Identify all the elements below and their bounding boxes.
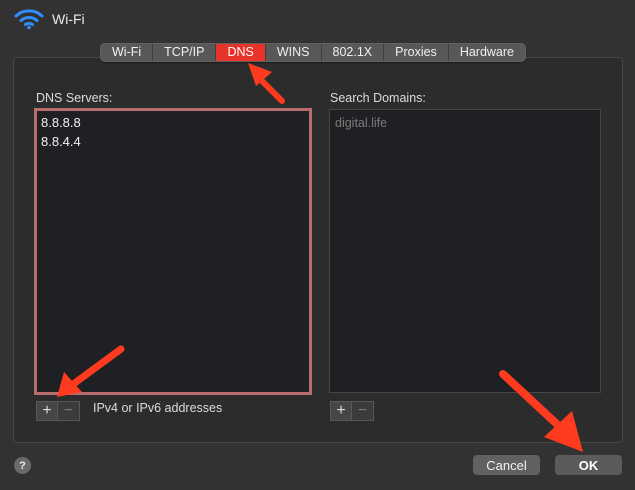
remove-search-domain-button[interactable]: −	[352, 401, 374, 421]
tab-tcpip[interactable]: TCP/IP	[153, 44, 217, 61]
dns-add-remove: + −	[36, 401, 80, 421]
tab-wifi[interactable]: Wi-Fi	[101, 44, 154, 61]
ok-button[interactable]: OK	[555, 455, 622, 475]
cancel-button[interactable]: Cancel	[473, 455, 540, 475]
search-domains-list[interactable]: digital.life	[329, 109, 601, 393]
network-dialog: Wi-Fi Wi-Fi TCP/IP DNS WINS 802.1X Proxi…	[0, 0, 635, 490]
list-item[interactable]: 8.8.4.4	[41, 132, 305, 151]
dns-servers-list[interactable]: 8.8.8.8 8.8.4.4	[34, 108, 312, 395]
tab-bar: Wi-Fi TCP/IP DNS WINS 802.1X Proxies Har…	[100, 43, 526, 62]
wifi-icon	[14, 9, 44, 30]
dns-servers-label: DNS Servers:	[36, 91, 113, 105]
dns-hint: IPv4 or IPv6 addresses	[93, 401, 223, 415]
search-domains-placeholder: digital.life	[335, 116, 388, 130]
help-button[interactable]: ?	[14, 457, 31, 474]
tab-hardware[interactable]: Hardware	[449, 44, 525, 61]
window-title: Wi-Fi	[52, 11, 85, 27]
tab-wins[interactable]: WINS	[266, 44, 322, 61]
add-dns-server-button[interactable]: +	[36, 401, 58, 421]
add-search-domain-button[interactable]: +	[330, 401, 352, 421]
tab-proxies[interactable]: Proxies	[384, 44, 449, 61]
window-header: Wi-Fi	[14, 8, 85, 30]
tab-dns[interactable]: DNS	[216, 44, 266, 61]
remove-dns-server-button[interactable]: −	[58, 401, 80, 421]
search-add-remove: + −	[330, 401, 374, 421]
list-item[interactable]: 8.8.8.8	[41, 113, 305, 132]
search-domains-label: Search Domains:	[330, 91, 426, 105]
tab-8021x[interactable]: 802.1X	[322, 44, 385, 61]
